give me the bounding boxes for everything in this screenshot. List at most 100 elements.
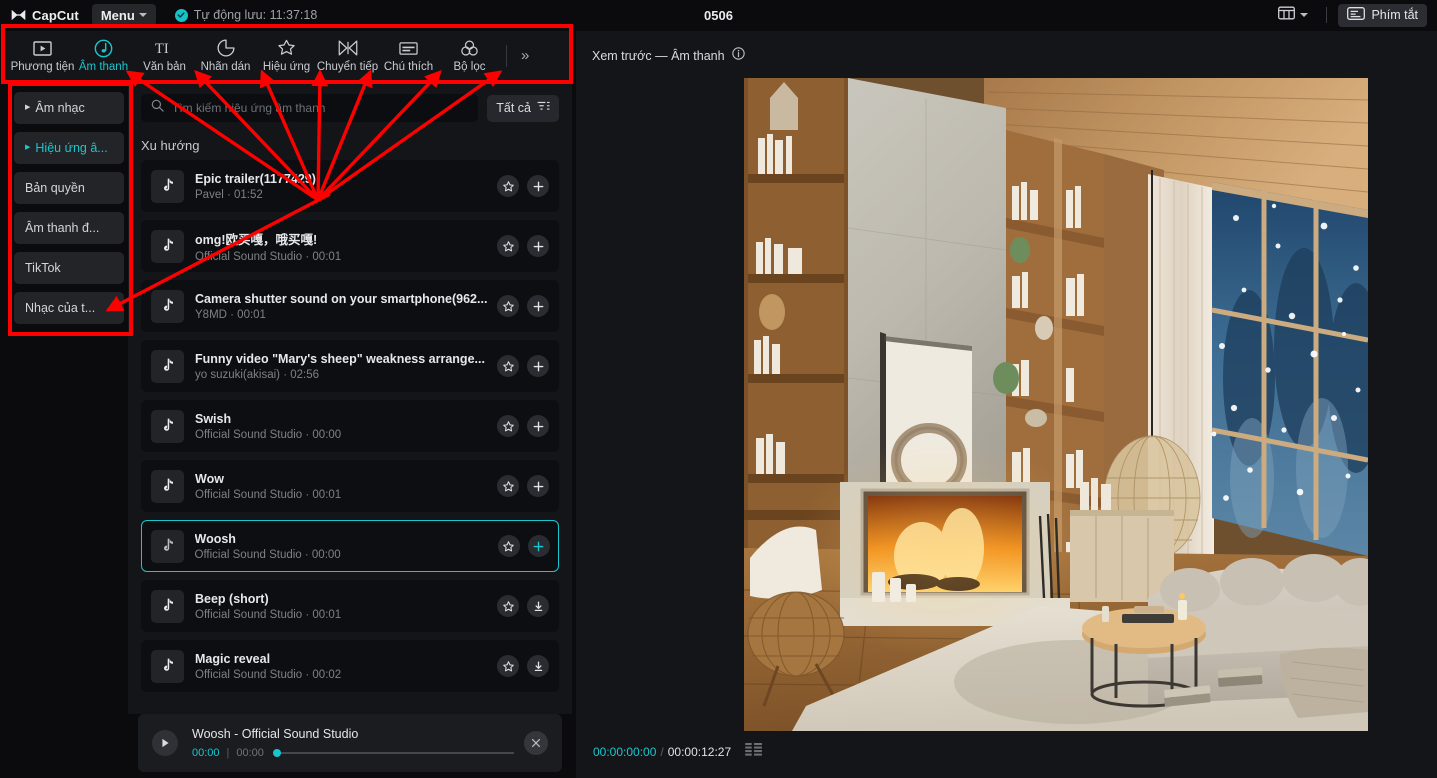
preview-current-timecode: 00:00:00:00 [593,745,657,759]
preview-stage[interactable] [744,78,1368,731]
favorite-star-icon[interactable] [497,595,519,617]
add-to-timeline-icon[interactable] [527,535,550,557]
tiktok-note-icon [151,469,184,503]
tiktok-note-icon [151,169,184,203]
favorite-star-icon[interactable] [497,355,519,377]
info-icon[interactable] [731,47,745,65]
sidebar-item-label: Nhạc của t... [25,301,96,315]
tab-media[interactable]: Phương tiện [11,32,74,79]
sidebar-item-label: TikTok [25,261,61,275]
favorite-star-icon[interactable] [497,535,520,557]
row-title: Wow [195,471,224,486]
player-track-name: Woosh - Official Sound Studio [192,727,359,741]
player-timeline[interactable]: 00:00 | 00:00 [192,747,514,759]
add-to-timeline-icon[interactable] [527,415,549,437]
effects-star-icon [277,39,296,58]
capcut-window: CapCut Menu Tự động lưu: 11:37:18 0506 P… [0,0,1437,778]
sidebar-item-music[interactable]: ▶ Âm nhạc [14,92,124,124]
caption-icon [399,39,418,58]
add-to-timeline-icon[interactable] [527,175,549,197]
tab-audio[interactable]: Âm thanh [73,32,134,79]
category-sidebar: ▶ Âm nhạc ▶ Hiệu ứng â... Bản quyền Âm t… [14,88,124,774]
close-player-button[interactable] [524,731,548,755]
audio-list[interactable]: Epic trailer(1177429) Pavel · 01:52 omg!… [128,160,572,720]
filter-circles-icon [460,39,479,58]
search-box[interactable] [141,94,479,122]
table-row[interactable]: omg!欧买嘎，哦买嘎! Official Sound Studio · 00:… [141,220,559,272]
sidebar-item-label: Âm nhạc [35,101,85,115]
tab-effects[interactable]: Hiệu ứng [256,32,317,79]
table-row[interactable]: Wow Official Sound Studio · 00:01 [141,460,559,512]
row-actions [497,175,549,197]
row-title: Woosh [194,531,236,546]
preview-panel: Xem trước — Âm thanh 00:00:00:00 / 00:00… [576,31,1437,778]
tab-text[interactable]: TI Văn bản [134,32,195,79]
row-actions [497,235,549,257]
add-to-timeline-icon[interactable] [527,235,549,257]
sidebar-item-copyright[interactable]: Bản quyền [14,172,124,204]
row-actions [497,415,549,437]
row-actions [497,475,549,497]
row-actions [497,535,550,557]
sidebar-item-extracted-audio[interactable]: Âm thanh đ... [14,212,124,244]
download-icon[interactable] [527,655,549,677]
sidebar-item-label: Hiệu ứng â... [35,141,108,155]
tab-text-label: Văn bản [143,60,186,73]
row-subtitle: Pavel · 01:52 [195,188,263,201]
row-title: Camera shutter sound on your smartphone(… [195,291,488,306]
add-to-timeline-icon[interactable] [527,295,549,317]
table-row[interactable]: Epic trailer(1177429) Pavel · 01:52 [141,160,559,212]
tab-filter[interactable]: Bộ lọc [439,32,500,79]
media-icon [33,39,52,58]
transition-icon [338,39,358,58]
tab-sticker[interactable]: Nhãn dán [195,32,256,79]
sticker-icon [217,39,235,58]
row-subtitle: Official Sound Studio · 00:01 [195,488,342,501]
more-tabs-button[interactable]: » [515,47,535,64]
timeline-scale-icon[interactable] [745,743,764,761]
table-row[interactable]: Funny video "Mary's sheep" weakness arra… [141,340,559,392]
time-separator: | [226,747,230,759]
row-title: Magic reveal [195,651,271,666]
sidebar-item-my-music[interactable]: Nhạc của t... [14,292,124,324]
add-to-timeline-icon[interactable] [527,355,549,377]
tab-transition[interactable]: Chuyển tiếp [317,32,378,79]
tiktok-note-icon [151,229,184,263]
row-actions [497,595,549,617]
favorite-star-icon[interactable] [497,655,519,677]
tool-tab-bar: Phương tiện Âm thanh TI Văn bản Nhãn dán… [4,31,572,80]
row-subtitle: Official Sound Studio · 00:00 [194,548,341,561]
sidebar-item-sound-effects[interactable]: ▶ Hiệu ứng â... [14,132,124,164]
shortcuts-button[interactable]: Phím tắt [1338,3,1427,27]
row-text: Wow Official Sound Studio · 00:01 [195,472,488,501]
timecode-separator: / [660,745,664,759]
table-row[interactable]: Magic reveal Official Sound Studio · 00:… [141,640,559,692]
table-row[interactable]: Camera shutter sound on your smartphone(… [141,280,559,332]
add-to-timeline-icon[interactable] [527,475,549,497]
table-row[interactable]: Beep (short) Official Sound Studio · 00:… [141,580,559,632]
player-current-time: 00:00 [192,747,220,759]
search-input[interactable] [172,101,469,115]
favorite-star-icon[interactable] [497,295,519,317]
sidebar-item-label: Âm thanh đ... [25,221,100,235]
app-logo: CapCut [0,8,79,23]
player-progress-knob[interactable] [272,749,281,757]
table-row[interactable]: Swish Official Sound Studio · 00:00 [141,400,559,452]
menu-button[interactable]: Menu [91,4,156,26]
play-button[interactable] [152,730,178,756]
player-progress-track[interactable] [272,749,514,757]
favorite-star-icon[interactable] [497,175,519,197]
tab-sticker-label: Nhãn dán [200,60,251,73]
download-icon[interactable] [527,595,549,617]
filter-all-button[interactable]: Tất cả [487,94,559,122]
table-row-selected[interactable]: Woosh Official Sound Studio · 00:00 [141,520,559,572]
divider [506,44,507,67]
layout-switch-button[interactable] [1271,3,1315,28]
favorite-star-icon[interactable] [497,235,519,257]
favorite-star-icon[interactable] [497,415,519,437]
favorite-star-icon[interactable] [497,475,519,497]
app-name: CapCut [32,7,79,23]
capcut-logo-icon [10,8,27,22]
tab-caption[interactable]: Chú thích [378,32,439,79]
sidebar-item-tiktok[interactable]: TikTok [14,252,124,284]
